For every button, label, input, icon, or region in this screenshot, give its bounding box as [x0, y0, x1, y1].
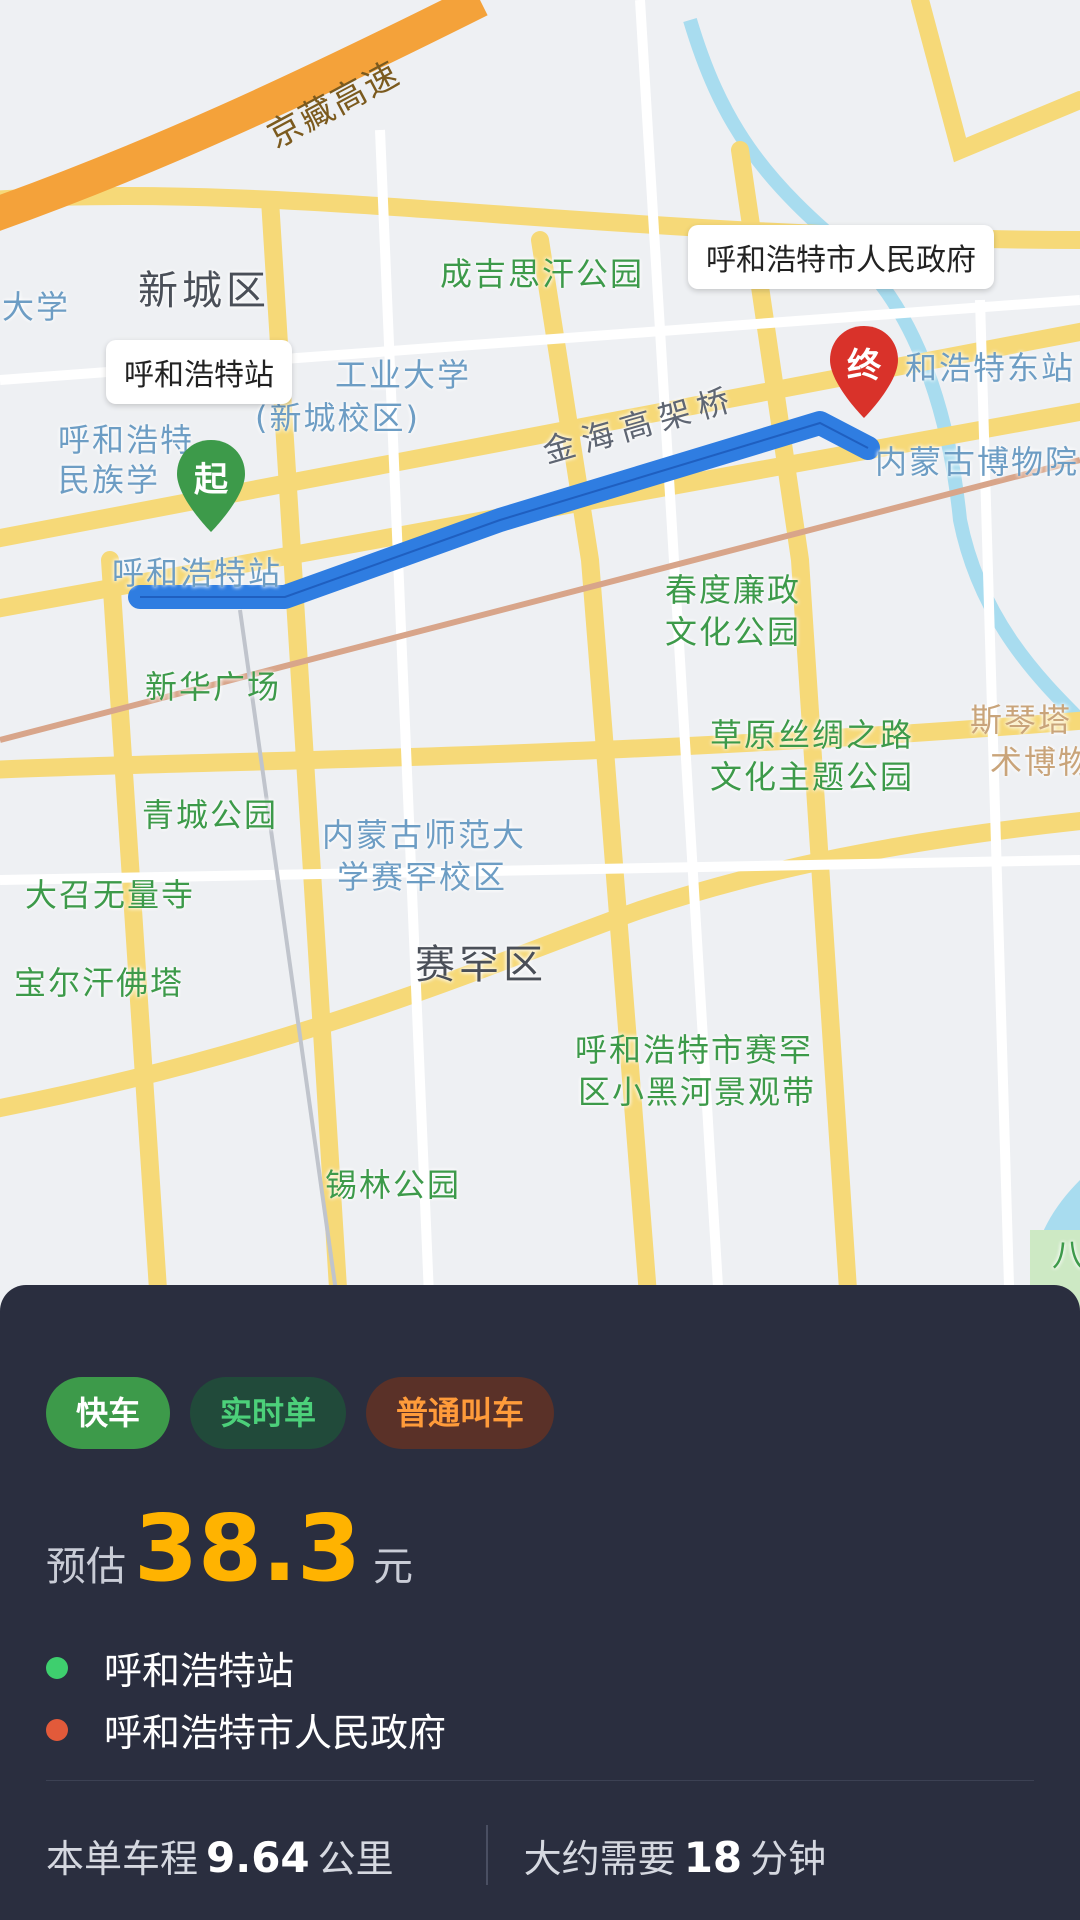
ride-info-panel: 快车 实时单 普通叫车 预估 38.3 元 呼和浩特站 呼和浩特市人民政府 本单…	[0, 1285, 1080, 1920]
map-roads	[0, 0, 1080, 1320]
poi-label: 大学	[2, 288, 71, 326]
poi-label: 内蒙古博物院	[875, 443, 1080, 481]
poi-label: 春度廉政	[665, 571, 802, 609]
map-view[interactable]: 京藏高速 新城区 赛罕区 金海高架桥 大学 呼和浩特 民族学 工业大学 (新城校…	[0, 0, 1080, 1320]
poi-label: 文化公园	[665, 613, 802, 651]
poi-label: 锡林公园	[325, 1166, 462, 1204]
poi-label: 宝尔汗佛塔	[14, 964, 185, 1002]
end-pin[interactable]: 终	[826, 324, 902, 420]
duration-stat: 大约需要 18 分钟	[524, 1828, 826, 1883]
origin-row[interactable]: 呼和浩特站	[46, 1640, 294, 1695]
poi-label: 内蒙古师范大	[322, 816, 527, 854]
duration-unit: 分钟	[750, 1836, 827, 1881]
poi-label: 工业大学	[335, 356, 472, 394]
poi-label: 八	[1052, 1236, 1080, 1274]
poi-label: 和浩特东站	[905, 349, 1076, 387]
duration-value: 18	[683, 1832, 743, 1882]
poi-label: 大召无量寺	[25, 876, 196, 914]
start-pin-text: 起	[194, 460, 228, 500]
poi-label: 学赛罕校区	[337, 858, 508, 896]
distance-stat: 本单车程 9.64 公里	[46, 1828, 394, 1883]
station-label: 呼和浩特站	[112, 554, 283, 592]
destination-text: 呼和浩特市人民政府	[104, 1711, 447, 1755]
start-callout[interactable]: 呼和浩特站	[106, 340, 292, 404]
start-pin[interactable]: 起	[173, 438, 249, 534]
poi-label: 民族学	[58, 461, 161, 499]
poi-label: 区小黑河景观带	[578, 1073, 817, 1111]
end-callout[interactable]: 呼和浩特市人民政府	[688, 225, 994, 289]
poi-label: 术博物	[990, 743, 1080, 781]
poi-label: 呼和浩特市赛罕	[575, 1031, 814, 1069]
distance-value: 9.64	[206, 1832, 310, 1882]
poi-label: 新华广场	[145, 668, 282, 706]
poi-label: 斯琴塔	[970, 701, 1073, 739]
distance-unit: 公里	[317, 1836, 394, 1881]
price-label: 预估	[46, 1544, 126, 1590]
origin-text: 呼和浩特站	[104, 1649, 295, 1693]
origin-dot-icon	[46, 1656, 68, 1679]
price-estimate: 预估 38.3 元	[46, 1495, 413, 1605]
trip-stats: 本单车程 9.64 公里 大约需要 18 分钟	[46, 1815, 1036, 1895]
poi-label: 文化主题公园	[710, 758, 915, 796]
poi-label: (新城校区)	[255, 399, 420, 437]
tag-normal-call[interactable]: 普通叫车	[366, 1377, 555, 1449]
divider	[46, 1780, 1034, 1781]
ride-tags: 快车 实时单 普通叫车	[46, 1377, 555, 1449]
poi-label: 青城公园	[142, 796, 279, 834]
poi-label: 草原丝绸之路	[710, 716, 915, 754]
district-label-saihan: 赛罕区	[415, 942, 547, 988]
destination-dot-icon	[46, 1718, 68, 1741]
tag-express[interactable]: 快车	[46, 1377, 171, 1449]
distance-prefix: 本单车程	[46, 1836, 199, 1881]
price-unit: 元	[373, 1544, 413, 1590]
poi-label: 成吉思汗公园	[440, 255, 645, 293]
end-pin-text: 终	[847, 346, 881, 386]
stats-separator	[485, 1825, 488, 1885]
price-value: 38.3	[134, 1495, 361, 1602]
tag-realtime[interactable]: 实时单	[190, 1377, 347, 1449]
destination-row[interactable]: 呼和浩特市人民政府	[46, 1702, 446, 1757]
district-label-xincheng: 新城区	[138, 268, 270, 314]
duration-prefix: 大约需要	[523, 1836, 676, 1881]
